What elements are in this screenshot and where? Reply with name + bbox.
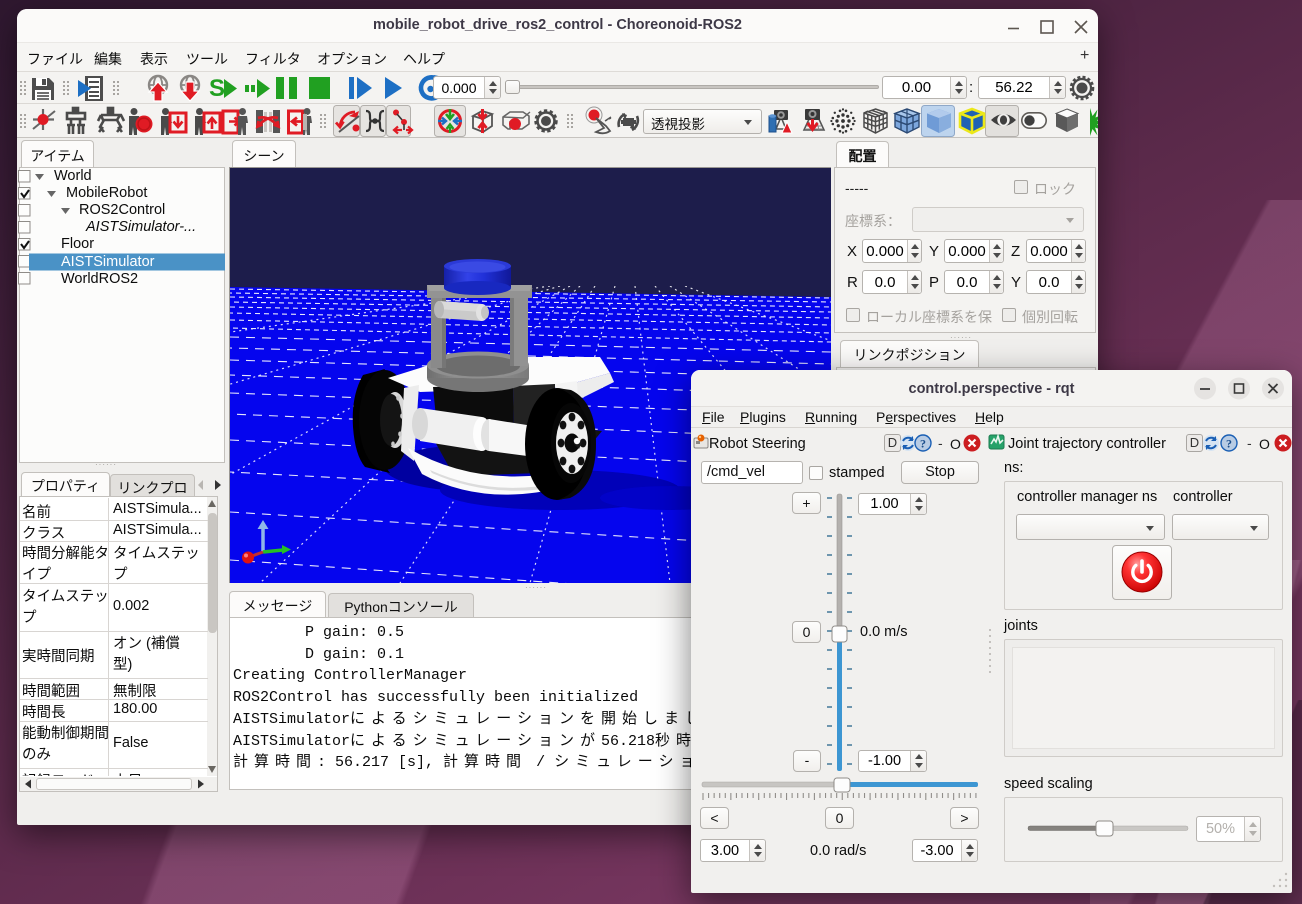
svg-text:S: S [209,75,225,102]
svg-text:?: ? [1226,437,1232,451]
svg-text:?: ? [920,437,926,451]
